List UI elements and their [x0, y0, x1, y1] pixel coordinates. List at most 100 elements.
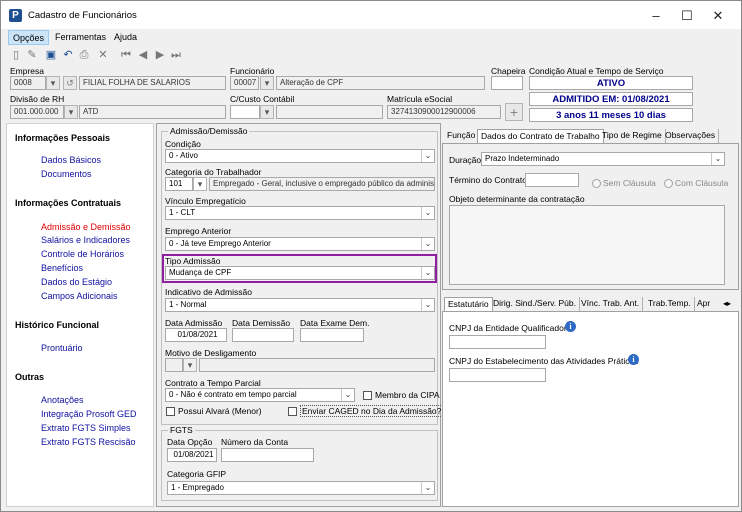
motivo-dropdown-icon[interactable]: ▾ — [183, 358, 197, 372]
ccusto-name-field — [276, 105, 383, 119]
info-icon[interactable]: i — [565, 321, 576, 332]
vinculo-select[interactable]: 1 - CLT ⌄ — [165, 206, 435, 220]
tab-observacoes[interactable]: Observações — [662, 129, 720, 143]
nav-item-fgts-simples[interactable]: Extrato FGTS Simples — [41, 423, 131, 433]
numero-conta-field[interactable] — [221, 448, 314, 462]
data-demissao-field[interactable] — [232, 328, 294, 342]
chevron-down-icon[interactable]: ⌄ — [421, 150, 434, 162]
categoria-gfip-select[interactable]: 1 - Empregado ⌄ — [167, 481, 435, 495]
divisao-code-field[interactable]: 001.000.000 — [10, 105, 64, 119]
duracao-select[interactable]: Prazo Indeterminado ⌄ — [481, 152, 725, 166]
data-exame-field[interactable] — [300, 328, 364, 342]
contrato-tabs: Função Dados do Contrato de Trabalho Tip… — [444, 129, 739, 144]
sem-clausula-radio[interactable] — [592, 179, 601, 188]
tab-funcao[interactable]: Função — [444, 129, 480, 143]
ccusto-dropdown-icon[interactable]: ▾ — [260, 105, 274, 119]
previous-record-icon[interactable]: ◀ — [136, 48, 150, 62]
tab-scroll-icon[interactable]: ◂▸ — [720, 297, 734, 311]
close-icon[interactable]: ✕ — [704, 7, 732, 25]
minimize-icon[interactable]: – — [642, 7, 670, 25]
cnpj-praticas-field[interactable] — [449, 368, 546, 382]
nav-item-prontuario[interactable]: Prontuário — [41, 343, 83, 353]
tab-trab-temp[interactable]: Trab.Temp. — [645, 297, 695, 311]
caged-checkbox[interactable] — [288, 407, 297, 416]
nav-item-campos-adicionais[interactable]: Campos Adicionais — [41, 291, 118, 301]
divisao-label: Divisão de RH — [10, 94, 65, 104]
motivo-code-field[interactable] — [165, 358, 183, 372]
chevron-down-icon[interactable]: ⌄ — [421, 299, 434, 311]
objeto-textarea[interactable] — [449, 205, 725, 285]
indicativo-label: Indicativo de Admissão — [165, 287, 252, 297]
parcial-value: 0 - Não é contrato em tempo parcial — [169, 390, 297, 399]
cipa-checkbox[interactable] — [363, 391, 372, 400]
next-record-icon[interactable]: ▶ — [153, 48, 167, 62]
alvara-checkbox[interactable] — [166, 407, 175, 416]
chevron-down-icon[interactable]: ⌄ — [421, 238, 434, 250]
emprego-anterior-select[interactable]: 0 - Já teve Emprego Anterior ⌄ — [165, 237, 435, 251]
tipo-admissao-select[interactable]: Mudança de CPF ⌄ — [165, 266, 435, 280]
com-clausula-label: Com Cláusula — [675, 178, 729, 188]
chevron-down-icon[interactable]: ⌄ — [711, 153, 724, 165]
matricula-field[interactable]: 3274130900012900006 — [387, 105, 501, 119]
emprego-anterior-label: Emprego Anterior — [165, 226, 232, 236]
admissao-panel: Admissão/Demissão Condição 0 - Ativo ⌄ Ca… — [156, 123, 444, 507]
data-opcao-field[interactable]: 01/08/2021 — [167, 448, 217, 462]
cnpj-qualificadora-field[interactable] — [449, 335, 546, 349]
menu-opcoes[interactable]: Opções — [8, 30, 50, 45]
indicativo-select[interactable]: 1 - Normal ⌄ — [165, 298, 435, 312]
nav-item-fgts-rescisao[interactable]: Extrato FGTS Rescisão — [41, 437, 136, 447]
menu-ferramentas[interactable]: Ferramentas — [51, 30, 110, 45]
nav-item-admissao-demissao[interactable]: Admissão e Demissão — [41, 222, 131, 232]
nav-item-beneficios[interactable]: Benefícios — [41, 263, 83, 273]
undo-icon[interactable]: ↶ — [61, 48, 75, 62]
service-time-badge: 3 anos 11 meses 10 dias — [529, 108, 693, 122]
nav-item-estagio[interactable]: Dados do Estágio — [41, 277, 112, 287]
edit-icon[interactable]: ✎ — [25, 48, 39, 62]
categoria-dropdown-icon[interactable]: ▾ — [193, 177, 207, 191]
print-icon[interactable]: ⎙ — [77, 48, 91, 62]
status-badge: ATIVO — [529, 76, 693, 90]
divisao-dropdown-icon[interactable]: ▾ — [64, 105, 78, 119]
last-record-icon[interactable]: ⏭ — [169, 48, 183, 62]
tipo-admissao-value: Mudança de CPF — [169, 268, 232, 277]
first-record-icon[interactable]: ⏮ — [119, 48, 133, 62]
new-icon[interactable]: ▯ — [9, 48, 23, 62]
nav-item-dados-basicos[interactable]: Dados Básicos — [41, 155, 101, 165]
chapeira-field[interactable] — [491, 76, 523, 90]
tab-apr[interactable]: Apr — [694, 297, 713, 311]
tab-dados-contrato[interactable]: Dados do Contrato de Trabalho — [477, 129, 604, 144]
delete-icon[interactable]: ✕ — [96, 48, 110, 62]
tab-dirig-sind[interactable]: Dirig. Sind./Serv. Púb. — [490, 297, 580, 311]
tab-vinc-trab-ant[interactable]: Vínc. Trab. Ant. — [578, 297, 644, 311]
chevron-down-icon[interactable]: ⌄ — [421, 482, 434, 494]
com-clausula-radio[interactable] — [664, 179, 673, 188]
condicao-select[interactable]: 0 - Ativo ⌄ — [165, 149, 435, 163]
ccusto-code-field[interactable] — [230, 105, 260, 119]
empresa-code-field[interactable]: 0008 — [10, 76, 46, 90]
nav-item-horarios[interactable]: Controle de Horários — [41, 249, 124, 259]
add-matricula-button[interactable]: + — [505, 103, 523, 121]
empresa-refresh-icon[interactable]: ↺ — [63, 76, 77, 90]
cnpj-praticas-label: CNPJ do Estabelecimento das Atividades P… — [449, 356, 639, 366]
nav-item-ged[interactable]: Integração Prosoft GED — [41, 409, 137, 419]
nav-item-anotacoes[interactable]: Anotações — [41, 395, 84, 405]
nav-item-documentos[interactable]: Documentos — [41, 169, 92, 179]
info-icon[interactable]: i — [628, 354, 639, 365]
funcionario-dropdown-icon[interactable]: ▾ — [260, 76, 274, 90]
funcionario-code-field[interactable]: 00007 — [230, 76, 259, 90]
parcial-select[interactable]: 0 - Não é contrato em tempo parcial ⌄ — [165, 388, 355, 402]
save-icon[interactable]: ▣ — [44, 48, 58, 62]
menu-ajuda[interactable]: Ajuda — [110, 30, 141, 45]
chevron-down-icon[interactable]: ⌄ — [341, 389, 354, 401]
nav-item-salarios[interactable]: Salários e Indicadores — [41, 235, 130, 245]
estatutario-tabs: Estatutário Dirig. Sind./Serv. Púb. Vínc… — [444, 297, 739, 312]
chevron-down-icon[interactable]: ⌄ — [421, 207, 434, 219]
maximize-icon[interactable]: ☐ — [673, 7, 701, 25]
termino-field[interactable] — [525, 173, 579, 187]
chevron-down-icon[interactable]: ⌄ — [421, 267, 434, 279]
data-admissao-field[interactable]: 01/08/2021 — [165, 328, 227, 342]
tab-tipo-regime[interactable]: Tipo de Regime — [599, 129, 666, 143]
tab-estatutario[interactable]: Estatutário — [444, 297, 493, 312]
empresa-dropdown-icon[interactable]: ▾ — [46, 76, 60, 90]
categoria-code-field[interactable]: 101 — [165, 177, 193, 191]
